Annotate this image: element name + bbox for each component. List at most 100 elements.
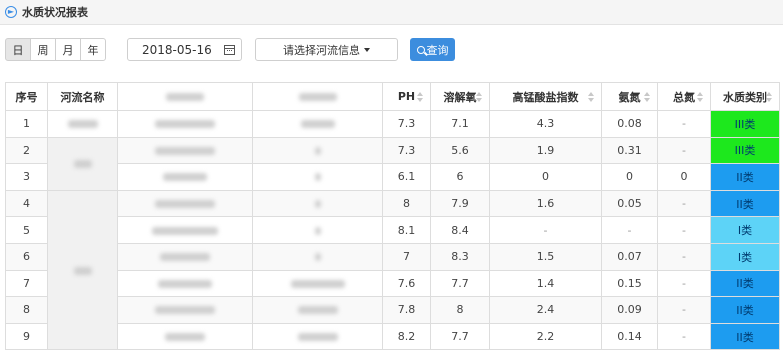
table-row: 8 7.8 8 2.4 0.09 - II类 <box>5 296 780 324</box>
col-header-tn[interactable]: 总氮 <box>657 82 711 111</box>
col-header-label: 氨氮 <box>618 90 641 104</box>
period-toolbar: 日 周 月 年 <box>5 38 106 61</box>
col-header-ph[interactable]: PH <box>382 82 431 111</box>
cell-tn: - <box>657 296 711 324</box>
cell-tn: - <box>657 110 711 138</box>
cell-nh3n: 0.15 <box>601 269 658 298</box>
cell-nh3n: 0.05 <box>601 189 658 218</box>
col-header-label: PH <box>397 90 416 103</box>
blurred-text <box>160 253 210 262</box>
sort-icon[interactable] <box>588 92 594 102</box>
cell-do: 8.4 <box>430 216 490 244</box>
cell-river <box>47 136 118 191</box>
river-select-label: 请选择河流信息 <box>283 43 360 57</box>
cell-class: III类 <box>710 136 780 165</box>
cell-class: I类 <box>710 216 780 244</box>
cell-class: I类 <box>710 242 780 271</box>
cell-do: 7.7 <box>430 269 490 298</box>
col-header-river: 河流名称 <box>47 82 118 111</box>
sort-icon[interactable] <box>644 92 650 102</box>
sort-icon[interactable] <box>417 92 423 102</box>
blurred-text <box>290 279 345 288</box>
cell-nh3n: 0.07 <box>601 242 658 271</box>
cell-section-attr <box>252 269 383 298</box>
cell-ph: 7 <box>382 242 431 271</box>
blurred-text <box>298 93 337 101</box>
col-header-class[interactable]: 水质类别 <box>710 82 780 111</box>
col-header-do[interactable]: 溶解氧 <box>430 82 490 111</box>
col-header-section-name <box>117 82 253 111</box>
blurred-text <box>300 120 335 129</box>
cell-section-name <box>117 322 253 350</box>
cell-no: 6 <box>5 242 48 271</box>
date-picker-input[interactable]: 2018-05-16 <box>127 38 242 61</box>
cell-do: 5.6 <box>430 136 490 165</box>
cell-section-name <box>117 136 253 165</box>
table-row: 9 8.2 7.7 2.2 0.14 - II类 <box>5 322 780 350</box>
cell-no: 2 <box>5 136 48 165</box>
caret-down-icon <box>364 47 370 52</box>
cell-river <box>47 189 118 350</box>
sort-icon[interactable] <box>766 92 772 102</box>
period-month-button[interactable]: 月 <box>55 38 81 61</box>
cell-section-name <box>117 110 253 138</box>
cell-section-attr <box>252 189 383 218</box>
cell-no: 4 <box>5 189 48 218</box>
table-row: 6 7 8.3 1.5 0.07 - I类 <box>5 242 780 271</box>
col-header-label: 溶解氧 <box>443 90 477 104</box>
cell-section-attr <box>252 322 383 350</box>
cell-class: II类 <box>710 189 780 218</box>
blurred-text <box>314 226 321 235</box>
cell-ph: 8.1 <box>382 216 431 244</box>
cell-ph: 7.3 <box>382 136 431 165</box>
sort-icon[interactable] <box>476 92 482 102</box>
cell-section-name <box>117 296 253 324</box>
page-title: 水质状况报表 <box>22 6 88 19</box>
cell-codmn: 1.5 <box>489 242 602 271</box>
cell-class: III类 <box>710 110 780 138</box>
cell-section-attr <box>252 242 383 271</box>
river-select-dropdown[interactable]: 请选择河流信息 <box>255 38 398 61</box>
col-header-label: 高锰酸盐指数 <box>512 90 579 104</box>
cell-codmn: 1.6 <box>489 189 602 218</box>
cell-ph: 8.2 <box>382 322 431 350</box>
cell-section-name <box>117 189 253 218</box>
col-header-label: 总氮 <box>673 90 695 104</box>
table-row: 2 7.3 5.6 1.9 0.31 - III类 <box>5 136 780 191</box>
cell-no: 1 <box>5 110 48 138</box>
blurred-text <box>165 333 205 342</box>
blurred-text <box>155 120 215 129</box>
col-header-codmn[interactable]: 高锰酸盐指数 <box>489 82 602 111</box>
cell-ph: 6.1 <box>382 163 431 191</box>
col-header-label: 水质类别 <box>723 90 767 104</box>
blurred-text <box>163 173 207 182</box>
sort-icon[interactable] <box>697 92 703 102</box>
blurred-text <box>155 306 215 315</box>
cell-nh3n: 0.08 <box>601 110 658 138</box>
cell-tn: - <box>657 216 711 244</box>
calendar-icon[interactable] <box>224 44 235 55</box>
cell-ph: 8 <box>382 189 431 218</box>
blurred-text <box>166 93 204 101</box>
cell-do: 7.9 <box>430 189 490 218</box>
cell-section-name <box>117 269 253 298</box>
col-header-nh3n[interactable]: 氨氮 <box>601 82 658 111</box>
cell-ph: 7.6 <box>382 269 431 298</box>
cell-section-name <box>117 216 253 244</box>
cell-no: 9 <box>5 322 48 350</box>
blurred-text <box>73 266 92 275</box>
blurred-text <box>73 160 92 169</box>
query-button[interactable]: 查询 <box>410 38 455 61</box>
cell-codmn: - <box>489 216 602 244</box>
period-day-button[interactable]: 日 <box>5 38 31 61</box>
query-button-label: 查询 <box>426 43 449 57</box>
cell-ph: 7.8 <box>382 296 431 324</box>
cell-codmn: 4.3 <box>489 110 602 138</box>
cell-tn: - <box>657 136 711 165</box>
blurred-text <box>314 200 321 209</box>
cell-no: 7 <box>5 269 48 298</box>
cell-codmn: 1.4 <box>489 269 602 298</box>
table-row: 4 8 7.9 1.6 0.05 - II类 <box>5 189 780 350</box>
period-week-button[interactable]: 周 <box>30 38 56 61</box>
period-year-button[interactable]: 年 <box>80 38 106 61</box>
